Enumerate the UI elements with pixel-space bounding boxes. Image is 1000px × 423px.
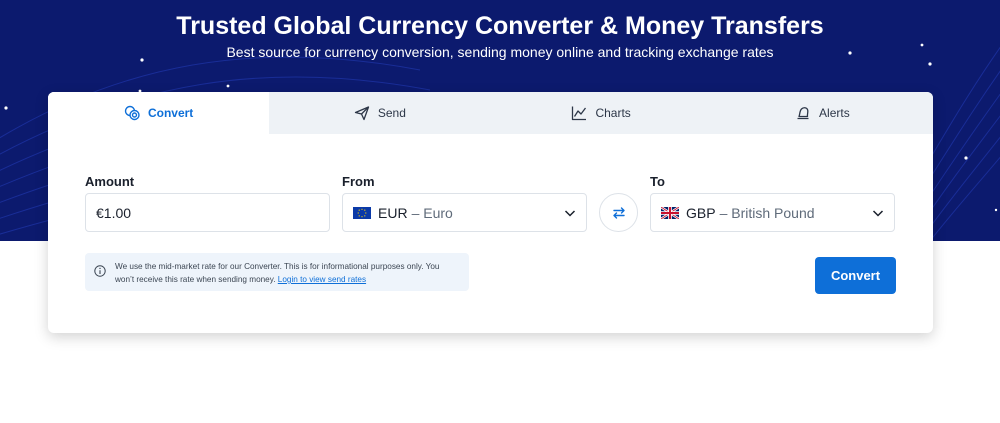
to-currency-select[interactable]: GBP – British Pound (650, 193, 895, 232)
page-subtitle: Best source for currency conversion, sen… (226, 44, 774, 60)
tab-alerts[interactable]: Alerts (712, 92, 933, 134)
coins-icon (124, 105, 140, 121)
tab-bar: Convert Send Charts Alerts (48, 92, 933, 134)
tab-send[interactable]: Send (269, 92, 490, 134)
to-label: To (650, 174, 665, 189)
tab-charts[interactable]: Charts (491, 92, 712, 134)
paper-plane-icon (354, 105, 370, 121)
tab-convert-label: Convert (147, 106, 194, 120)
from-currency-code: EUR (378, 204, 408, 221)
converter-card: Convert Send Charts Alerts Amount €1.00 … (48, 92, 933, 333)
amount-input[interactable] (96, 204, 319, 221)
amount-field-box (85, 193, 330, 232)
tab-send-label: Send (377, 106, 406, 120)
info-icon (94, 265, 106, 277)
swap-arrows-icon (612, 206, 625, 219)
rate-notice: We use the mid-market rate for our Conve… (85, 253, 469, 291)
from-currency-name: – Euro (411, 204, 453, 221)
bell-icon (795, 105, 811, 121)
tab-charts-label: Charts (595, 106, 631, 120)
convert-button[interactable]: Convert (815, 257, 896, 294)
to-currency-name: – British Pound (719, 204, 815, 221)
page-title: Trusted Global Currency Converter & Mone… (176, 12, 824, 40)
amount-label: Amount (85, 174, 135, 189)
swap-currencies-button[interactable] (599, 193, 638, 232)
chevron-down-icon (872, 210, 884, 217)
eu-flag-icon (353, 206, 371, 219)
from-currency-select[interactable]: EUR – Euro (342, 193, 587, 232)
tab-convert[interactable]: Convert (48, 92, 270, 134)
chevron-down-icon (564, 210, 576, 217)
from-label: From (342, 174, 375, 189)
to-currency-code: GBP (686, 204, 716, 221)
tab-alerts-label: Alerts (819, 106, 850, 120)
uk-flag-icon (661, 206, 679, 219)
login-send-rates-link[interactable]: Login to view send rates (278, 275, 366, 284)
line-chart-icon (571, 105, 587, 121)
